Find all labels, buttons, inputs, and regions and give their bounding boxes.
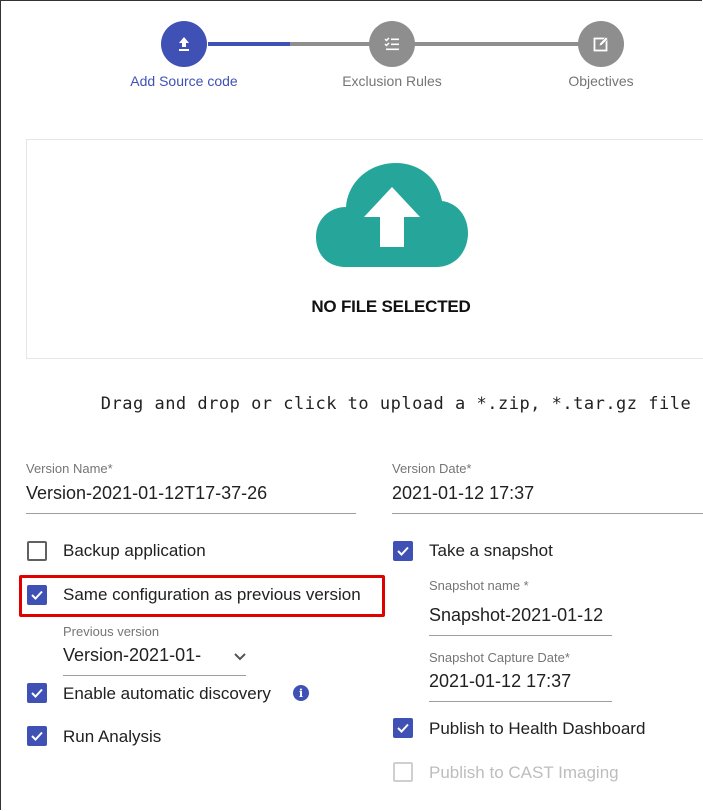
take-snapshot-label[interactable]: Take a snapshot: [429, 541, 553, 561]
step-objectives[interactable]: [578, 21, 624, 67]
run-analysis-label[interactable]: Run Analysis: [63, 727, 161, 747]
step-label-add-source-code: Add Source code: [130, 73, 238, 89]
publish-imaging-label: Publish to CAST Imaging: [429, 763, 619, 782]
backup-application-label[interactable]: Backup application: [63, 541, 206, 561]
publish-imaging-checkbox: [393, 762, 413, 782]
version-name-label: Version Name*: [26, 461, 113, 476]
enable-discovery-label[interactable]: Enable automatic discovery: [63, 684, 271, 704]
step-label-objectives: Objectives: [568, 73, 634, 89]
checkmark-icon: [31, 590, 43, 600]
snapshot-date-label: Snapshot Capture Date*: [429, 650, 570, 665]
edit-icon: [592, 35, 610, 53]
previous-version-underline: [63, 675, 246, 676]
step-exclusion-rules[interactable]: [369, 21, 415, 67]
backup-application-checkbox[interactable]: [27, 541, 47, 561]
snapshot-date-underline: [429, 701, 612, 702]
run-analysis-checkbox[interactable]: [27, 726, 47, 746]
checkmark-icon: [397, 723, 409, 733]
previous-version-select[interactable]: Version-2021-01-: [63, 645, 223, 666]
step-add-source-code[interactable]: [161, 21, 207, 67]
upload-instructions[interactable]: Drag and drop or click to upload a *.zip…: [26, 394, 703, 414]
version-name-input[interactable]: Version-2021-01-12T17-37-26: [26, 483, 356, 504]
snapshot-name-underline: [429, 635, 612, 636]
snapshot-name-label: Snapshot name *: [429, 578, 529, 593]
checkmark-icon: [31, 688, 43, 698]
enable-discovery-checkbox[interactable]: [27, 683, 47, 703]
version-name-underline: [26, 513, 356, 514]
step-connector-1-inactive: [290, 42, 380, 46]
snapshot-date-input[interactable]: 2021-01-12 17:37: [429, 671, 612, 692]
upload-status: NO FILE SELECTED: [311, 297, 471, 316]
step-connector-2: [414, 42, 584, 46]
cloud-upload-icon[interactable]: [316, 163, 468, 269]
step-label-exclusion-rules: Exclusion Rules: [342, 73, 442, 89]
info-icon[interactable]: i: [293, 685, 309, 701]
checkmark-icon: [31, 731, 43, 741]
publish-health-label[interactable]: Publish to Health Dashboard: [429, 719, 645, 739]
chevron-down-icon[interactable]: [233, 652, 247, 662]
upload-icon: [175, 35, 193, 53]
take-snapshot-checkbox[interactable]: [393, 541, 413, 561]
snapshot-name-input[interactable]: Snapshot-2021-01-12: [429, 605, 612, 626]
same-configuration-label[interactable]: Same configuration as previous version: [63, 585, 361, 605]
version-date-label: Version Date*: [392, 461, 472, 476]
step-connector-1-active: [208, 42, 290, 46]
version-date-input[interactable]: 2021-01-12 17:37: [392, 483, 702, 504]
previous-version-label: Previous version: [63, 624, 160, 639]
checklist-icon: [383, 35, 401, 53]
publish-health-checkbox[interactable]: [393, 718, 413, 738]
version-date-underline: [392, 513, 703, 514]
same-configuration-checkbox[interactable]: [27, 585, 47, 605]
checkmark-icon: [397, 546, 409, 556]
